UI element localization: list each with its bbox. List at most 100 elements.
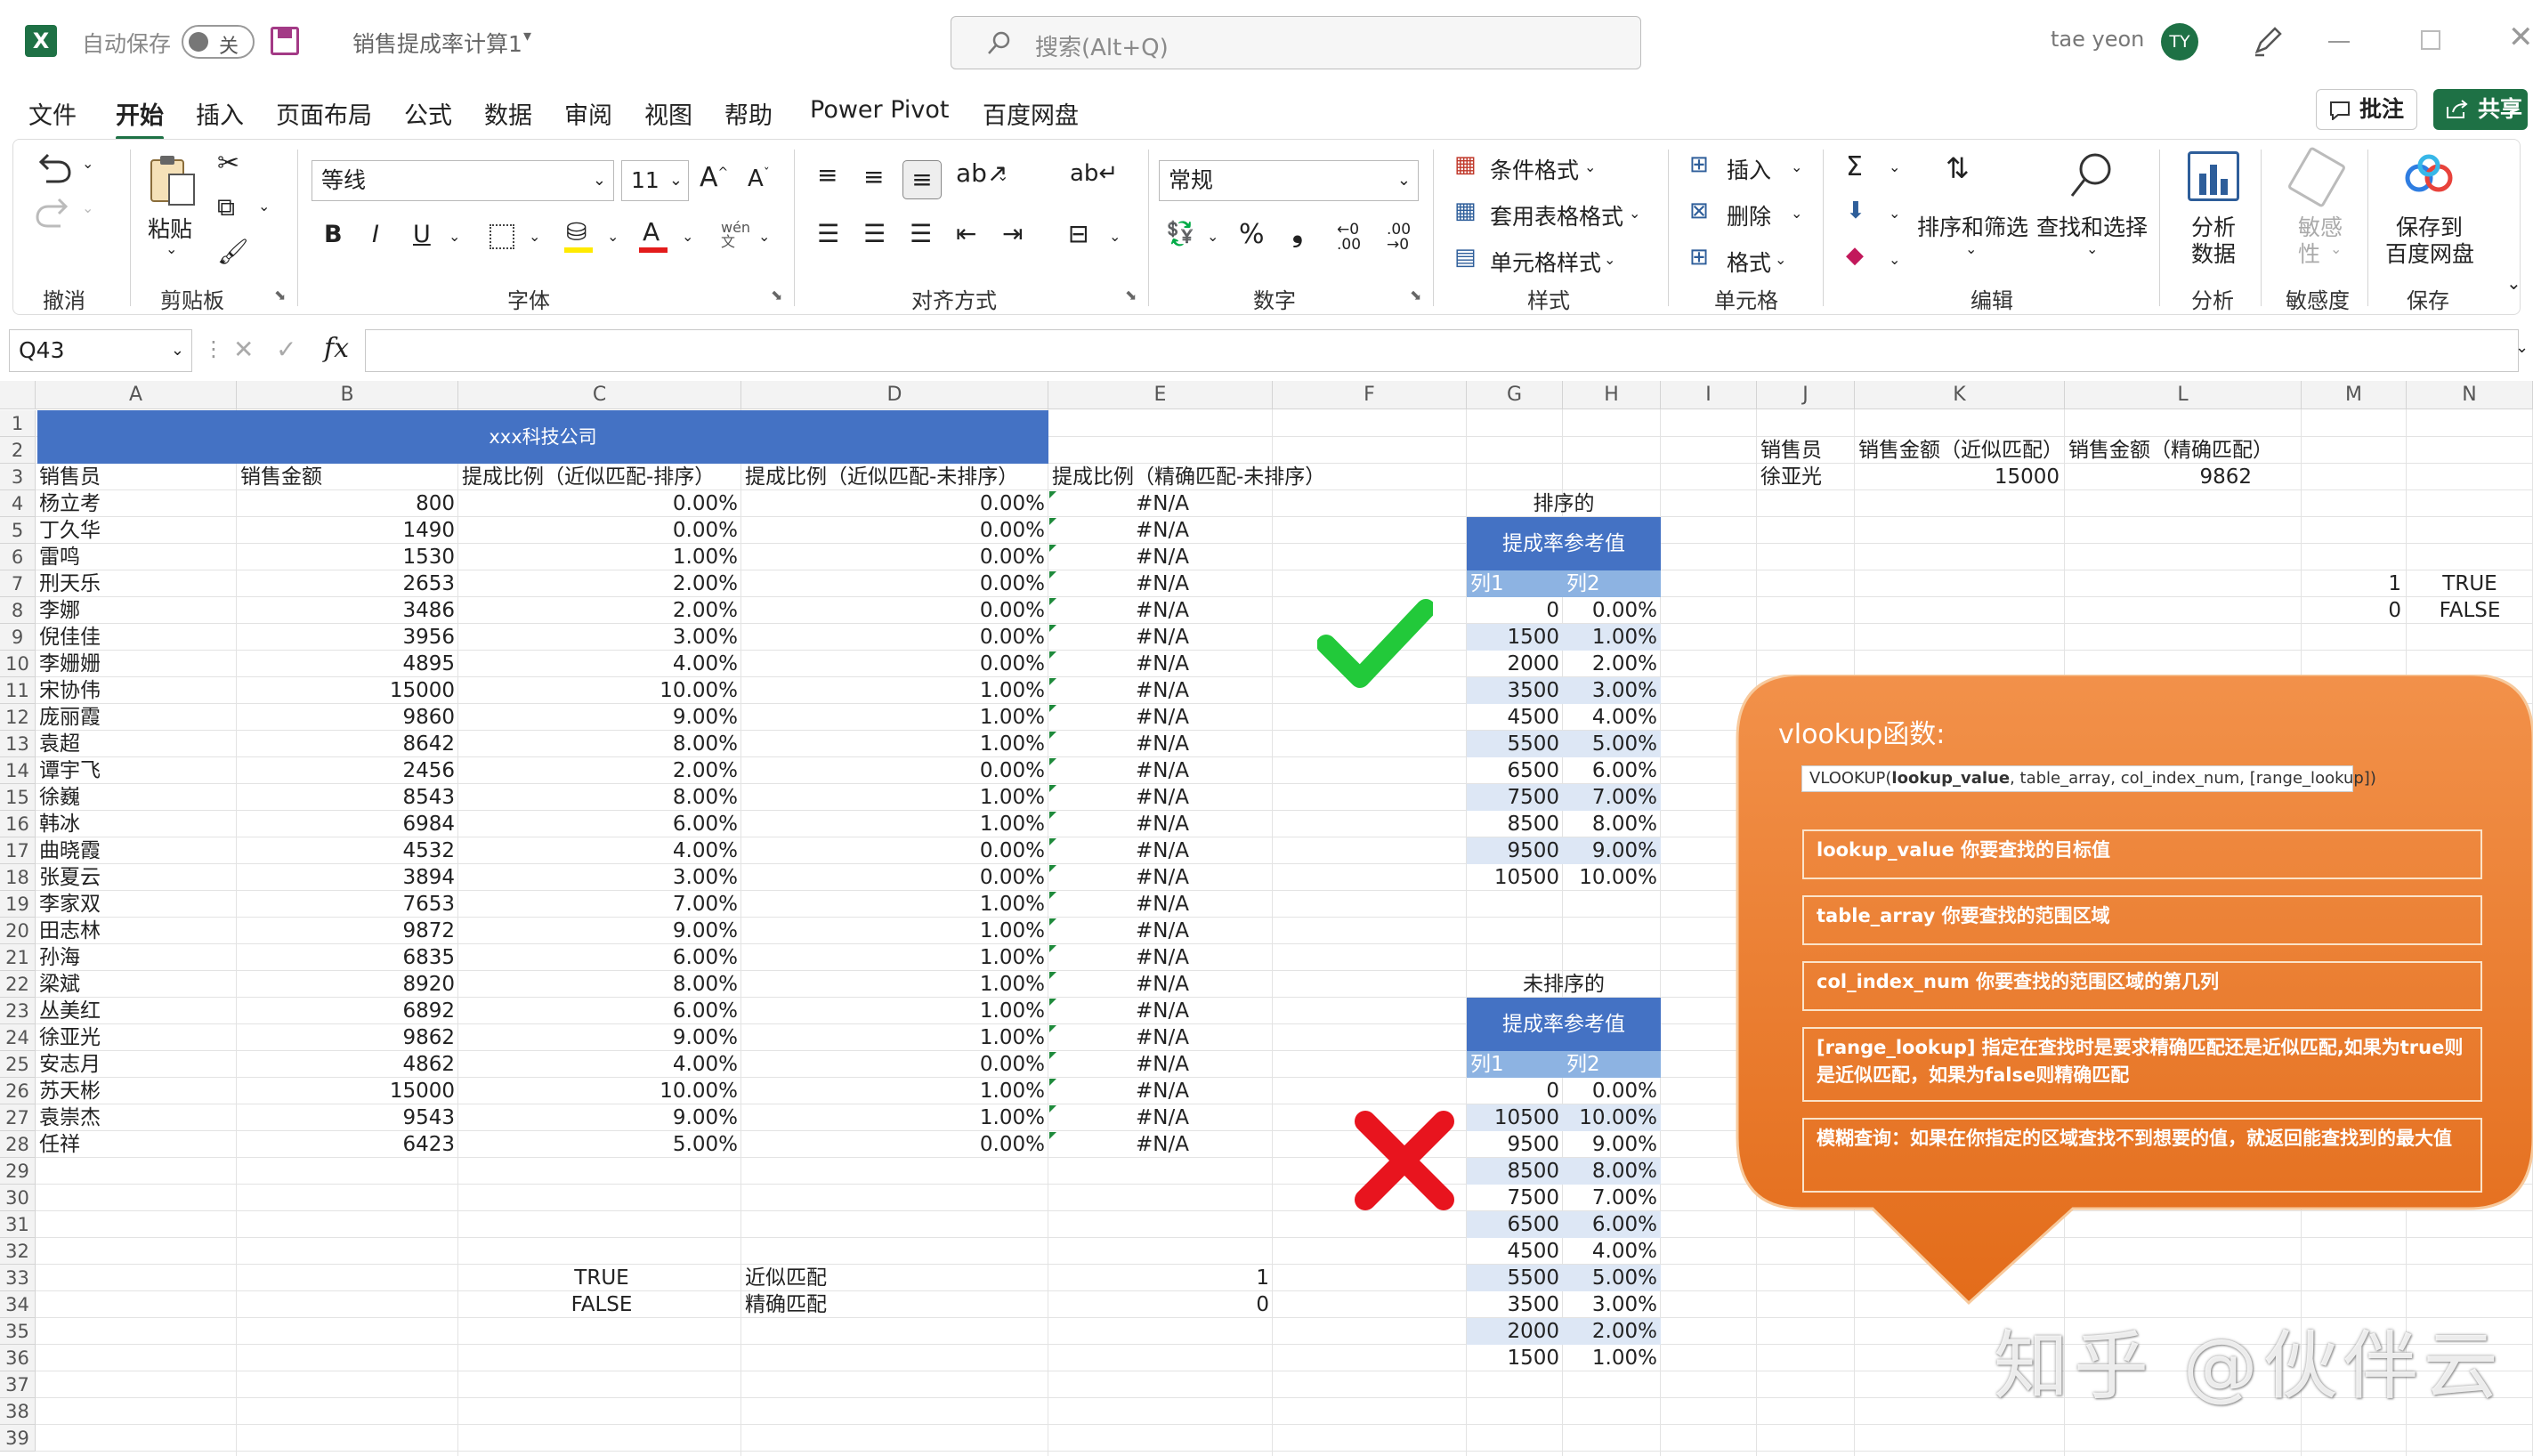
rate-unsorted-cell[interactable]: 0.00% (741, 624, 1048, 651)
sorted-ref-threshold-cell[interactable]: 10500 (1467, 864, 1563, 891)
restore-button[interactable] (2421, 30, 2440, 50)
increase-indent-icon[interactable]: ⇥ (1002, 219, 1023, 248)
unsorted-ref-rate-cell[interactable]: 0.00% (1563, 1078, 1661, 1104)
rate-sorted-cell[interactable]: 2.00% (458, 757, 741, 784)
amount-cell[interactable]: 6423 (237, 1131, 458, 1158)
rate-unsorted-cell[interactable]: 1.00% (741, 998, 1048, 1024)
format-painter-icon[interactable]: 🖌 (217, 237, 249, 266)
salesperson-cell[interactable]: 徐亚光 (36, 1024, 237, 1051)
row-header-36[interactable]: 36 (0, 1345, 36, 1371)
amount-cell[interactable]: 800 (237, 490, 458, 517)
amount-cell[interactable]: 3956 (237, 624, 458, 651)
save-icon[interactable] (271, 27, 299, 55)
fill-dropdown-icon[interactable]: ⌄ (607, 228, 619, 245)
border-icon[interactable] (490, 224, 514, 249)
unsorted-ref-threshold-cell[interactable]: 9500 (1467, 1131, 1563, 1158)
rate-sorted-cell[interactable]: 9.00% (458, 918, 741, 944)
number-launcher-icon[interactable]: ⬊ (1410, 287, 1421, 303)
salesperson-cell[interactable]: 杨立考 (36, 490, 237, 517)
sorted-ref-rate-cell[interactable]: 0.00% (1563, 597, 1661, 624)
comments-button[interactable]: 批注 (2316, 89, 2417, 130)
ribbon-collapse-icon[interactable]: ⌄ (2506, 272, 2521, 294)
align-right-icon[interactable]: ☰ (910, 219, 932, 248)
rate-exact-cell[interactable]: #N/A (1048, 544, 1273, 570)
unsorted-ref-rate-cell[interactable]: 4.00% (1563, 1238, 1661, 1265)
column-header-K[interactable]: K (1855, 381, 2065, 409)
rate-exact-cell[interactable]: #N/A (1048, 864, 1273, 891)
column-header-C[interactable]: C (458, 381, 741, 409)
salesperson-cell[interactable]: 田志林 (36, 918, 237, 944)
unsorted-ref-threshold-cell[interactable]: 2000 (1467, 1318, 1563, 1345)
rate-unsorted-cell[interactable]: 0.00% (741, 837, 1048, 864)
italic-button[interactable]: I (372, 221, 379, 248)
row-header-2[interactable]: 2 (0, 437, 36, 464)
column-header-E[interactable]: E (1048, 381, 1273, 409)
row-header-34[interactable]: 34 (0, 1291, 36, 1318)
rate-sorted-cell[interactable]: 7.00% (458, 891, 741, 918)
increase-decimal-icon[interactable]: ←0.00 (1337, 222, 1361, 253)
header-cell[interactable]: 提成比例（近似匹配-未排序） (741, 464, 1048, 490)
rate-unsorted-cell[interactable]: 0.00% (741, 651, 1048, 677)
sorted-ref-rate-cell[interactable]: 2.00% (1563, 651, 1661, 677)
row-header-23[interactable]: 23 (0, 998, 36, 1024)
legend-label-cell[interactable]: 精确匹配 (741, 1291, 1048, 1318)
sorted-ref-threshold-cell[interactable]: 9500 (1467, 837, 1563, 864)
sorted-ref-threshold-cell[interactable]: 8500 (1467, 811, 1563, 837)
amount-cell[interactable]: 4862 (237, 1051, 458, 1078)
unsorted-ref-header[interactable]: 提成率参考值 (1467, 998, 1661, 1051)
sorted-ref-header[interactable]: 提成率参考值 (1467, 517, 1661, 570)
amount-cell[interactable]: 2653 (237, 570, 458, 597)
salesperson-cell[interactable]: 倪佳佳 (36, 624, 237, 651)
paste-icon[interactable] (144, 151, 201, 208)
unsorted-ref-col2[interactable]: 列2 (1566, 1051, 1600, 1078)
rate-sorted-cell[interactable]: 0.00% (458, 517, 741, 544)
clear-dropdown-icon[interactable]: ⌄ (1889, 251, 1900, 268)
amount-cell[interactable]: 8920 (237, 971, 458, 998)
salesperson-cell[interactable]: 雷鸣 (36, 544, 237, 570)
find-select-button[interactable]: 查找和选择 (2036, 210, 2148, 242)
sorted-ref-rate-cell[interactable]: 6.00% (1563, 757, 1661, 784)
rate-unsorted-cell[interactable]: 0.00% (741, 544, 1048, 570)
unsorted-ref-threshold-cell[interactable]: 7500 (1467, 1185, 1563, 1211)
row-header-25[interactable]: 25 (0, 1051, 36, 1078)
rate-unsorted-cell[interactable]: 1.00% (741, 1024, 1048, 1051)
row-header-4[interactable]: 4 (0, 490, 36, 517)
column-header-I[interactable]: I (1661, 381, 1757, 409)
salesperson-cell[interactable]: 李家双 (36, 891, 237, 918)
paste-dropdown-icon[interactable]: ⌄ (166, 240, 177, 257)
row-header-1[interactable]: 1 (0, 410, 36, 437)
rate-exact-cell[interactable]: #N/A (1048, 1131, 1273, 1158)
header-cell[interactable]: 提成比例（近似匹配-排序） (458, 464, 741, 490)
rate-exact-cell[interactable]: #N/A (1048, 998, 1273, 1024)
rate-unsorted-cell[interactable]: 0.00% (741, 517, 1048, 544)
rate-unsorted-cell[interactable]: 1.00% (741, 918, 1048, 944)
undo-dropdown-icon[interactable]: ⌄ (82, 155, 93, 172)
decrease-indent-icon[interactable]: ⇤ (956, 219, 976, 248)
insert-function-icon[interactable]: fx (324, 333, 349, 364)
align-launcher-icon[interactable]: ⬊ (1125, 287, 1137, 303)
row-header-14[interactable]: 14 (0, 757, 36, 784)
rate-sorted-cell[interactable]: 0.00% (458, 490, 741, 517)
sorted-ref-threshold-cell[interactable]: 0 (1467, 597, 1563, 624)
close-button[interactable]: ✕ (2508, 20, 2533, 55)
format-cells-button[interactable]: 格式 (1727, 246, 1771, 278)
salesperson-cell[interactable]: 徐巍 (36, 784, 237, 811)
row-header-5[interactable]: 5 (0, 517, 36, 544)
column-header-L[interactable]: L (2065, 381, 2302, 409)
row-header-12[interactable]: 12 (0, 704, 36, 731)
document-title[interactable]: 销售提成率计算1 (352, 27, 522, 59)
rate-exact-cell[interactable]: #N/A (1048, 944, 1273, 971)
rate-unsorted-cell[interactable]: 1.00% (741, 811, 1048, 837)
sorted-ref-threshold-cell[interactable]: 5500 (1467, 731, 1563, 757)
share-button[interactable]: 共享 (2433, 89, 2528, 130)
rate-sorted-cell[interactable]: 4.00% (458, 837, 741, 864)
sorted-ref-rate-cell[interactable]: 7.00% (1563, 784, 1661, 811)
cell-style-dropdown-icon[interactable]: ⌄ (1604, 251, 1615, 268)
sorted-ref-rate-cell[interactable]: 8.00% (1563, 811, 1661, 837)
salesperson-cell[interactable]: 宋协伟 (36, 677, 237, 704)
tab-view[interactable]: 视图 (644, 96, 692, 131)
rate-sorted-cell[interactable]: 2.00% (458, 570, 741, 597)
delete-dropdown-icon[interactable]: ⌄ (1791, 205, 1802, 222)
rate-exact-cell[interactable]: #N/A (1048, 677, 1273, 704)
rate-exact-cell[interactable]: #N/A (1048, 971, 1273, 998)
